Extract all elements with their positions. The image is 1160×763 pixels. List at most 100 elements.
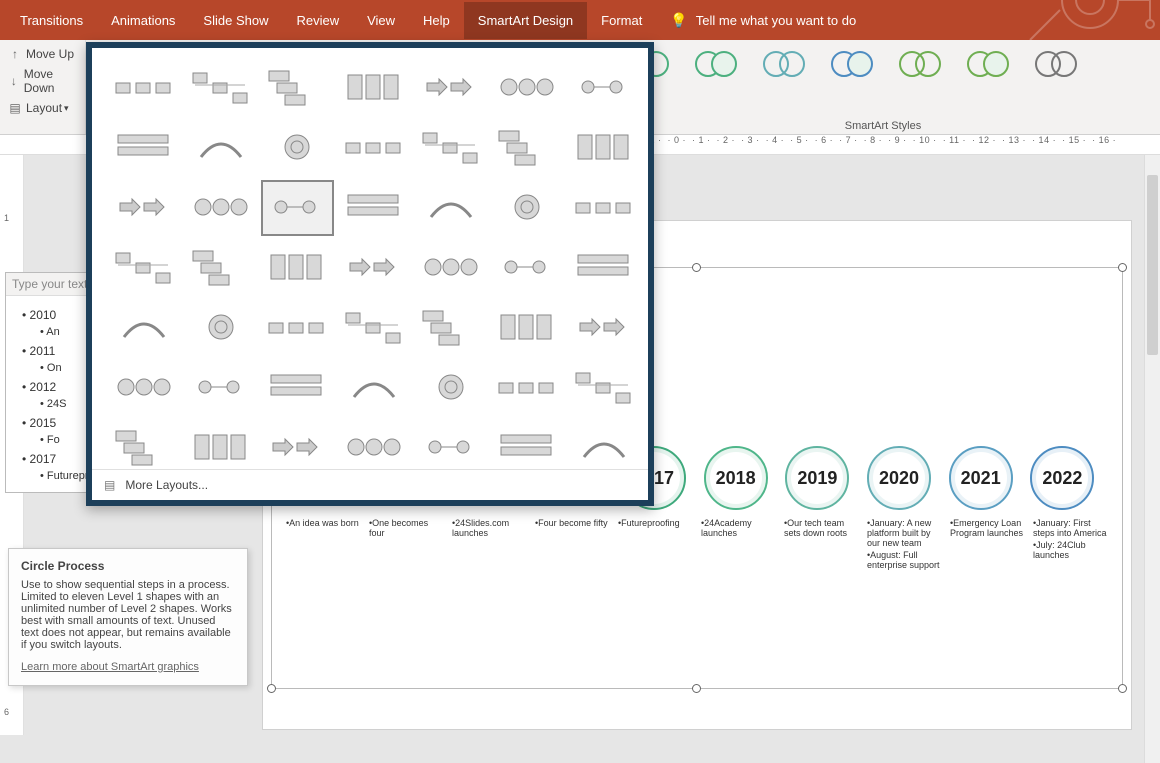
layout-thumbnail[interactable]: [491, 420, 564, 469]
layout-thumbnail[interactable]: [567, 60, 640, 116]
timeline-caption[interactable]: January: A new platform built by our new…: [863, 518, 946, 572]
style-thumbnail[interactable]: [760, 48, 810, 80]
style-thumbnail[interactable]: [896, 48, 946, 80]
layout-thumbnail[interactable]: [261, 120, 334, 176]
layout-thumbnail[interactable]: [338, 180, 411, 236]
layout-thumbnail[interactable]: [185, 120, 258, 176]
timeline-node[interactable]: 2018: [704, 446, 786, 510]
tell-me-search[interactable]: 💡 Tell me what you want to do: [670, 12, 856, 29]
layout-thumbnail[interactable]: [108, 60, 181, 116]
layout-thumbnail[interactable]: [491, 120, 564, 176]
resize-handle[interactable]: [692, 684, 701, 693]
layout-thumbnail[interactable]: [567, 180, 640, 236]
vertical-scrollbar[interactable]: [1144, 155, 1160, 763]
layout-thumbnail[interactable]: [185, 300, 258, 356]
resize-handle[interactable]: [267, 684, 276, 693]
timeline-node[interactable]: 2020: [867, 446, 949, 510]
timeline-caption[interactable]: Four become fifty: [531, 518, 614, 572]
layout-thumbnail[interactable]: [414, 420, 487, 469]
layout-thumbnail[interactable]: [491, 240, 564, 296]
timeline-node[interactable]: 2021: [949, 446, 1031, 510]
layout-thumbnail[interactable]: [261, 360, 334, 416]
smartart-captions[interactable]: An idea was bornOne becomes four24Slides…: [282, 518, 1112, 572]
style-thumbnail[interactable]: [692, 48, 742, 80]
layout-thumbnail[interactable]: [261, 300, 334, 356]
tooltip-learn-more-link[interactable]: Learn more about SmartArt graphics: [21, 661, 235, 673]
layout-thumbnail[interactable]: [491, 60, 564, 116]
move-up-button[interactable]: ↑ Move Up: [4, 44, 81, 64]
layout-thumbnail[interactable]: [414, 180, 487, 236]
timeline-caption[interactable]: One becomes four: [365, 518, 448, 572]
layout-thumbnail[interactable]: [108, 420, 181, 469]
ruler-tick: 6: [4, 707, 9, 717]
style-thumbnail[interactable]: [964, 48, 1014, 80]
layout-thumbnail[interactable]: [108, 120, 181, 176]
layout-thumbnail[interactable]: [261, 180, 334, 236]
layout-thumbnail[interactable]: [338, 420, 411, 469]
layout-dropdown[interactable]: ▤ Layout ▾: [4, 98, 81, 118]
ruler-tick: · 5 ·: [790, 135, 809, 145]
resize-handle[interactable]: [1118, 263, 1127, 272]
layout-thumbnail[interactable]: [261, 240, 334, 296]
tab-help[interactable]: Help: [409, 2, 464, 39]
tab-format[interactable]: Format: [587, 2, 656, 39]
layout-thumbnail[interactable]: [108, 240, 181, 296]
layout-thumbnail[interactable]: [185, 180, 258, 236]
tab-smartart-design[interactable]: SmartArt Design: [464, 2, 587, 39]
caption-line: Our tech team sets down roots: [784, 518, 859, 538]
move-down-label: Move Down: [24, 67, 77, 95]
layout-thumbnail[interactable]: [414, 240, 487, 296]
style-thumbnail[interactable]: [1032, 48, 1082, 80]
layout-thumbnail[interactable]: [185, 360, 258, 416]
more-layouts-icon: ▤: [104, 478, 115, 492]
timeline-caption[interactable]: 24Academy launches: [697, 518, 780, 572]
layout-thumbnail[interactable]: [414, 60, 487, 116]
layout-thumbnail[interactable]: [567, 420, 640, 469]
tab-transitions[interactable]: Transitions: [6, 2, 97, 39]
layout-thumbnail[interactable]: [338, 360, 411, 416]
layout-thumbnail[interactable]: [567, 360, 640, 416]
layout-thumbnail[interactable]: [108, 180, 181, 236]
timeline-node[interactable]: 2019: [785, 446, 867, 510]
layout-thumbnail[interactable]: [338, 240, 411, 296]
layout-thumbnail[interactable]: [185, 240, 258, 296]
layout-thumbnail[interactable]: [567, 240, 640, 296]
move-down-button[interactable]: ↓ Move Down: [4, 64, 81, 98]
style-thumbnail[interactable]: [828, 48, 878, 80]
layout-thumbnail[interactable]: [338, 120, 411, 176]
timeline-caption[interactable]: January: First steps into AmericaJuly: 2…: [1029, 518, 1112, 572]
tab-slideshow[interactable]: Slide Show: [189, 2, 282, 39]
layout-thumbnail[interactable]: [567, 120, 640, 176]
layout-thumbnail[interactable]: [414, 300, 487, 356]
layout-thumbnail[interactable]: [414, 360, 487, 416]
more-layouts-button[interactable]: ▤ More Layouts...: [92, 469, 648, 500]
layout-thumbnail[interactable]: [261, 420, 334, 469]
timeline-node[interactable]: 2022: [1030, 446, 1112, 510]
timeline-caption[interactable]: Emergency Loan Program launches: [946, 518, 1029, 572]
layout-thumbnail[interactable]: [414, 120, 487, 176]
layout-thumbnail[interactable]: [338, 60, 411, 116]
timeline-caption[interactable]: Our tech team sets down roots: [780, 518, 863, 572]
timeline-caption[interactable]: 24Slides.com launches: [448, 518, 531, 572]
layout-thumbnail[interactable]: [185, 60, 258, 116]
layout-thumbnail[interactable]: [185, 420, 258, 469]
layout-thumbnail[interactable]: [491, 360, 564, 416]
caption-line: January: First steps into America: [1033, 518, 1108, 538]
timeline-caption[interactable]: Futureproofing: [614, 518, 697, 572]
scrollbar-thumb[interactable]: [1147, 175, 1158, 355]
timeline-caption[interactable]: An idea was born: [282, 518, 365, 572]
layout-thumbnail[interactable]: [491, 180, 564, 236]
ruler-tick: · 2 ·: [717, 135, 736, 145]
tab-review[interactable]: Review: [282, 2, 353, 39]
layout-thumbnail[interactable]: [108, 360, 181, 416]
layout-thumbnail[interactable]: [567, 300, 640, 356]
tab-animations[interactable]: Animations: [97, 2, 189, 39]
tab-view[interactable]: View: [353, 2, 409, 39]
layout-thumbnail[interactable]: [491, 300, 564, 356]
resize-handle[interactable]: [692, 263, 701, 272]
layout-thumbnail[interactable]: [108, 300, 181, 356]
smartart-timeline[interactable]: 2017 2018 2019 2020 2021 2022: [622, 446, 1112, 516]
layout-thumbnail[interactable]: [261, 60, 334, 116]
resize-handle[interactable]: [1118, 684, 1127, 693]
layout-thumbnail[interactable]: [338, 300, 411, 356]
